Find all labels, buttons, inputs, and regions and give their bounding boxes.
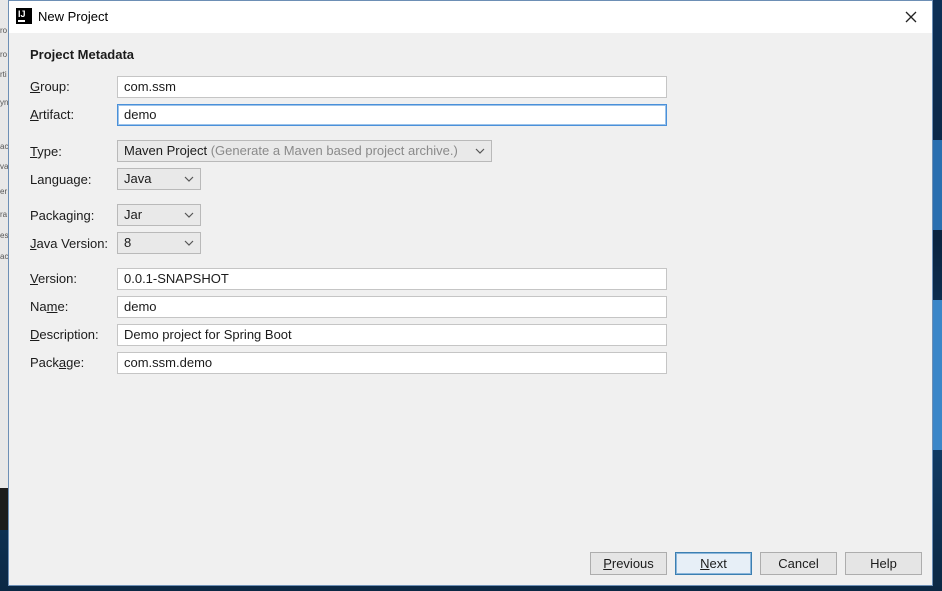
type-dropdown[interactable]: Maven Project (Generate a Maven based pr…	[117, 140, 492, 162]
previous-button[interactable]: Previous	[590, 552, 667, 575]
intellij-app-icon: IJ	[16, 8, 32, 24]
close-button[interactable]	[898, 5, 924, 29]
java-version-value: 8	[124, 235, 132, 250]
close-icon	[905, 11, 917, 23]
language-dropdown[interactable]: Java	[117, 168, 201, 190]
language-label: Language:	[30, 172, 92, 187]
chevron-down-icon	[184, 212, 194, 218]
help-button[interactable]: Help	[845, 552, 922, 575]
dialog-title: New Project	[38, 9, 109, 24]
chevron-down-icon	[184, 240, 194, 246]
language-value: Java	[124, 171, 152, 186]
desktop-light-streak	[932, 140, 942, 230]
packaging-dropdown[interactable]: Jar	[117, 204, 201, 226]
type-label: Type:	[30, 144, 62, 159]
chevron-down-icon	[184, 176, 194, 182]
packaging-value: Jar	[124, 207, 143, 222]
version-field[interactable]: 0.0.1-SNAPSHOT	[117, 268, 667, 290]
new-project-dialog: IJ New Project Project Metadata Group: c…	[8, 0, 933, 586]
chevron-down-icon	[475, 148, 485, 154]
type-hint: (Generate a Maven based project archive.…	[210, 143, 458, 158]
java-version-dropdown[interactable]: 8	[117, 232, 201, 254]
name-label: Name:	[30, 299, 69, 314]
next-button[interactable]: Next	[675, 552, 752, 575]
package-field[interactable]: com.ssm.demo	[117, 352, 667, 374]
artifact-field[interactable]: demo	[117, 104, 667, 126]
type-value: Maven Project	[124, 143, 208, 158]
group-label: Group:	[30, 79, 70, 94]
group-field[interactable]: com.ssm	[117, 76, 667, 98]
desktop-light-streak	[932, 300, 942, 450]
name-field[interactable]: demo	[117, 296, 667, 318]
java-version-label: Java Version:	[30, 236, 109, 251]
cancel-button[interactable]: Cancel	[760, 552, 837, 575]
packaging-label: Packaging:	[30, 208, 95, 223]
package-label: Package:	[30, 355, 85, 370]
section-title: Project Metadata	[30, 47, 135, 62]
dialog-titlebar[interactable]: IJ New Project	[9, 1, 932, 33]
description-field[interactable]: Demo project for Spring Boot	[117, 324, 667, 346]
artifact-label: Artifact:	[30, 107, 75, 122]
description-label: Description:	[30, 327, 99, 342]
version-label: Version:	[30, 271, 77, 286]
